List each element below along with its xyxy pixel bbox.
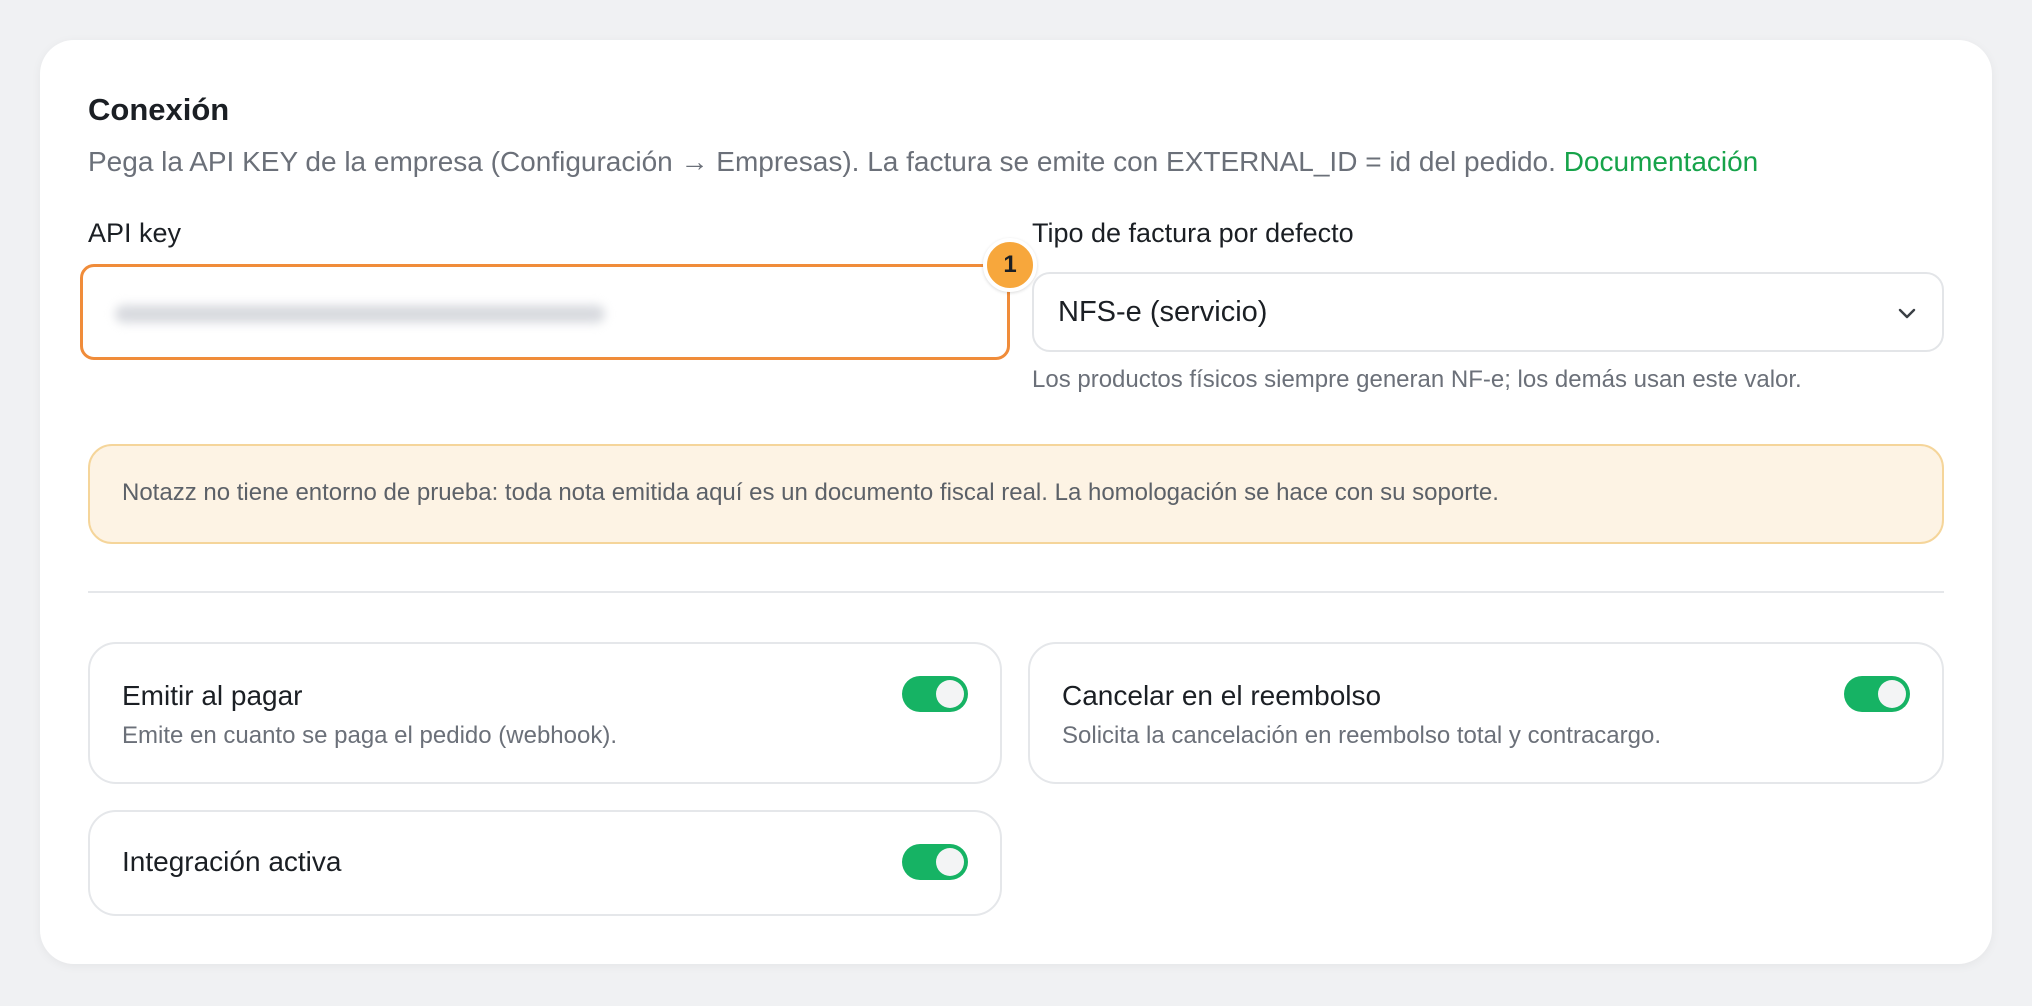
- invoice-type-hint: Los productos físicos siempre generan NF…: [1032, 366, 1802, 393]
- chevron-down-icon: [1898, 308, 1916, 319]
- section-title: Conexión: [88, 92, 230, 127]
- api-key-input[interactable]: [83, 267, 1007, 357]
- api-key-label: API key: [88, 218, 182, 248]
- warning-text: Notazz no tiene entorno de prueba: toda …: [122, 479, 1499, 506]
- toggle-title: Emitir al pagar: [122, 680, 303, 711]
- toggle-description: Solicita la cancelación en reembolso tot…: [1062, 722, 1661, 749]
- toggle-title: Cancelar en el reembolso: [1062, 680, 1382, 711]
- switch-knob: [1878, 680, 1906, 708]
- switch-knob: [936, 680, 964, 708]
- toggle-card-integration-active: Integración activa: [88, 810, 1002, 916]
- toggle-title: Integración activa: [122, 846, 342, 877]
- invoice-type-selected: NFS-e (servicio): [1058, 296, 1268, 328]
- emit-on-pay-switch[interactable]: [902, 676, 968, 712]
- description-text: Pega la API KEY de la empresa (Configura…: [88, 146, 1556, 177]
- section-description: Pega la API KEY de la empresa (Configura…: [88, 146, 1968, 178]
- toggle-card-emit-on-pay: Emitir al pagar Emite en cuanto se paga …: [88, 642, 1002, 784]
- step-badge: 1: [983, 238, 1037, 292]
- connection-card: Conexión Pega la API KEY de la empresa (…: [40, 40, 1992, 964]
- toggle-description: Emite en cuanto se paga el pedido (webho…: [122, 722, 617, 749]
- cancel-on-refund-switch[interactable]: [1844, 676, 1910, 712]
- toggle-card-cancel-on-refund: Cancelar en el reembolso Solicita la can…: [1028, 642, 1944, 784]
- warning-banner: Notazz no tiene entorno de prueba: toda …: [88, 444, 1944, 544]
- switch-knob: [936, 848, 964, 876]
- integration-active-switch[interactable]: [902, 844, 968, 880]
- invoice-type-label: Tipo de factura por defecto: [1032, 218, 1354, 248]
- api-key-field[interactable]: [80, 264, 1010, 360]
- invoice-type-select[interactable]: NFS-e (servicio): [1032, 272, 1944, 352]
- documentation-link[interactable]: Documentación: [1564, 146, 1759, 177]
- divider: [88, 591, 1944, 593]
